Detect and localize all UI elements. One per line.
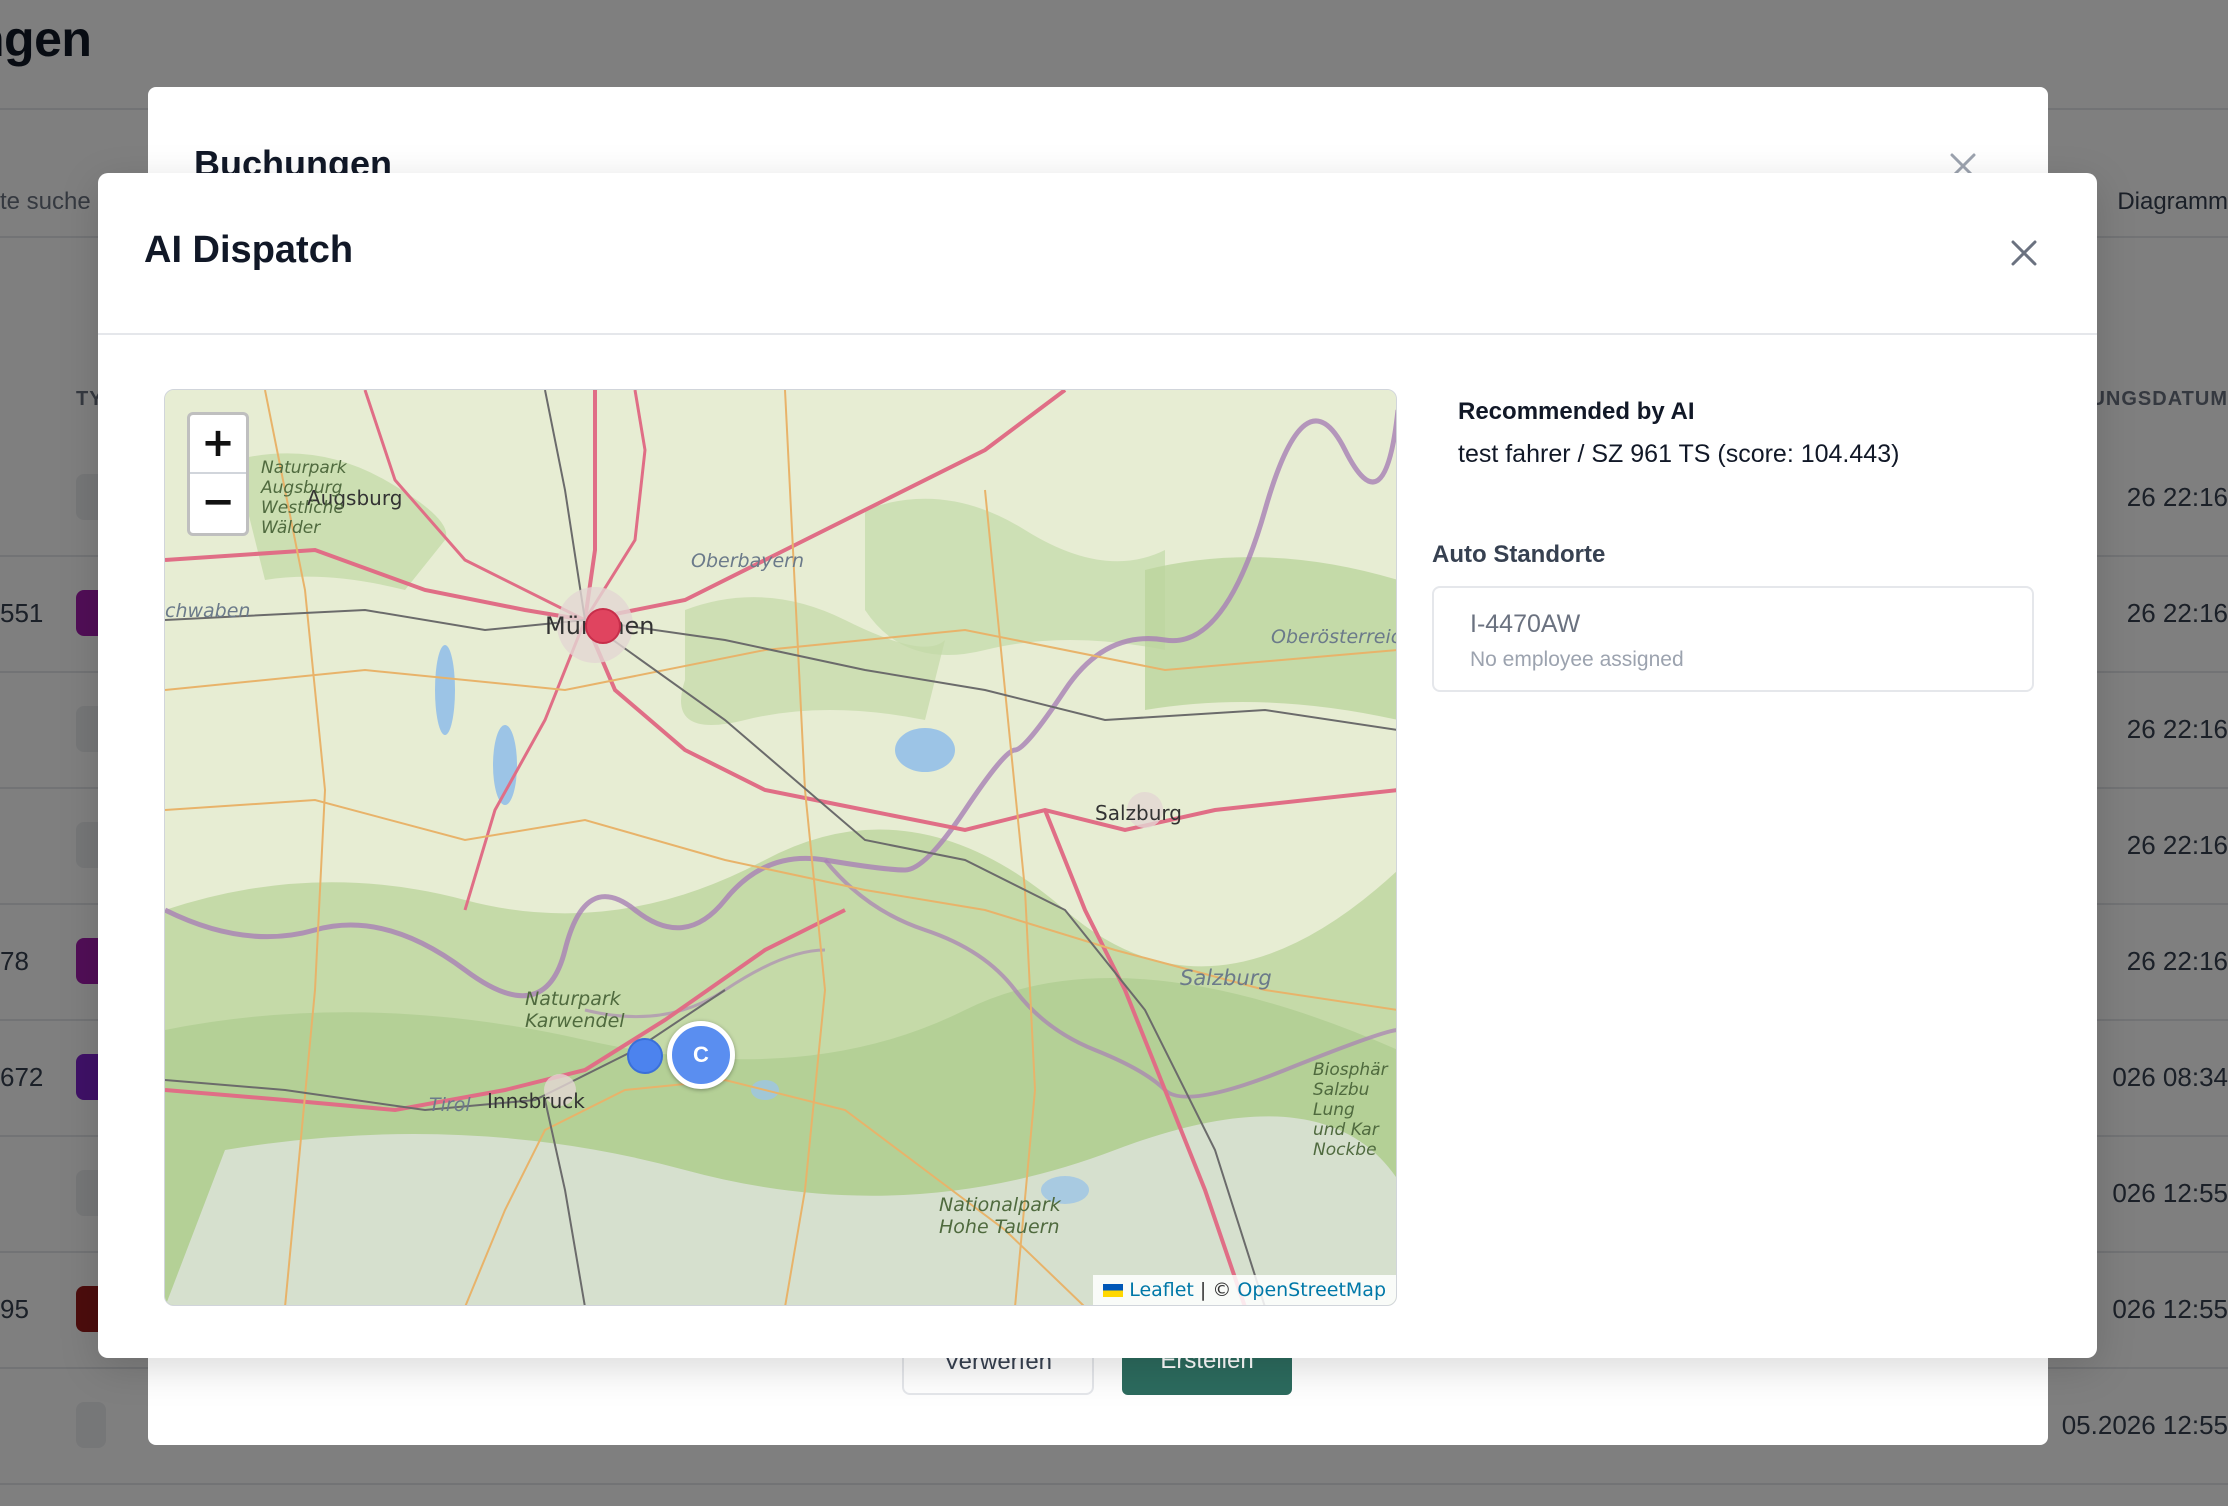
map-label-karwendel: Naturpark Karwendel	[525, 988, 625, 1032]
zoom-in-button[interactable]: +	[190, 415, 246, 474]
map-label-schwaben: chwaben	[165, 600, 251, 622]
map-label-oberbayern: Oberbayern	[691, 550, 805, 572]
map-label-augsburg-park: Naturpark Augsburg Westliche Wälder	[261, 458, 347, 538]
vehicle-status: No employee assigned	[1470, 648, 1684, 671]
recommendation-title: Recommended by AI	[1458, 398, 1695, 425]
close-icon[interactable]	[2009, 238, 2039, 268]
map-label-hohe-tauern: Nationalpark Hohe Tauern	[939, 1194, 1061, 1238]
cluster-marker[interactable]: C	[667, 1021, 735, 1089]
zoom-out-button[interactable]: −	[190, 474, 246, 533]
attribution-separator: | ©	[1193, 1279, 1238, 1301]
vehicle-marker[interactable]	[627, 1038, 663, 1074]
map-label-innsbruck: Innsbruck	[487, 1089, 585, 1113]
vehicle-card[interactable]: I-4470AW No employee assigned	[1432, 586, 2034, 692]
location-marker[interactable]	[585, 608, 621, 644]
map-attribution: Leaflet | © OpenStreetMap	[1093, 1275, 1396, 1305]
map-label-salzburg-city: Salzburg	[1095, 801, 1182, 825]
vehicle-plate: I-4470AW	[1470, 610, 1581, 638]
openstreetmap-link[interactable]: OpenStreetMap	[1237, 1279, 1386, 1301]
map-tiles	[165, 390, 1396, 1305]
recommendation-box: Recommended by AI test fahrer / SZ 961 T…	[1432, 378, 2042, 498]
map-view[interactable]: Augsburg München Oberbayern chwaben Ober…	[164, 389, 1397, 1306]
recommendation-value: test fahrer / SZ 961 TS (score: 104.443)	[1458, 440, 1900, 468]
map-label-tirol: Tirol	[429, 1094, 471, 1116]
map-label-biosphaere: Biosphär Salzbu Lung und Kar Nockbe	[1313, 1060, 1388, 1160]
modal-title: AI Dispatch	[144, 229, 354, 271]
map-label-oberoesterreich: Oberösterreic	[1271, 626, 1397, 648]
zoom-control: + −	[187, 412, 249, 536]
ai-dispatch-modal: AI Dispatch Augsburg Oberbayern chwaben …	[98, 173, 2097, 1358]
leaflet-link[interactable]: Leaflet	[1129, 1279, 1194, 1301]
auto-standorte-label: Auto Standorte	[1432, 541, 1606, 568]
map-label-salzburg-region: Salzburg	[1180, 966, 1272, 990]
modal-header: AI Dispatch	[98, 173, 2097, 335]
ukraine-flag-icon	[1103, 1284, 1124, 1297]
